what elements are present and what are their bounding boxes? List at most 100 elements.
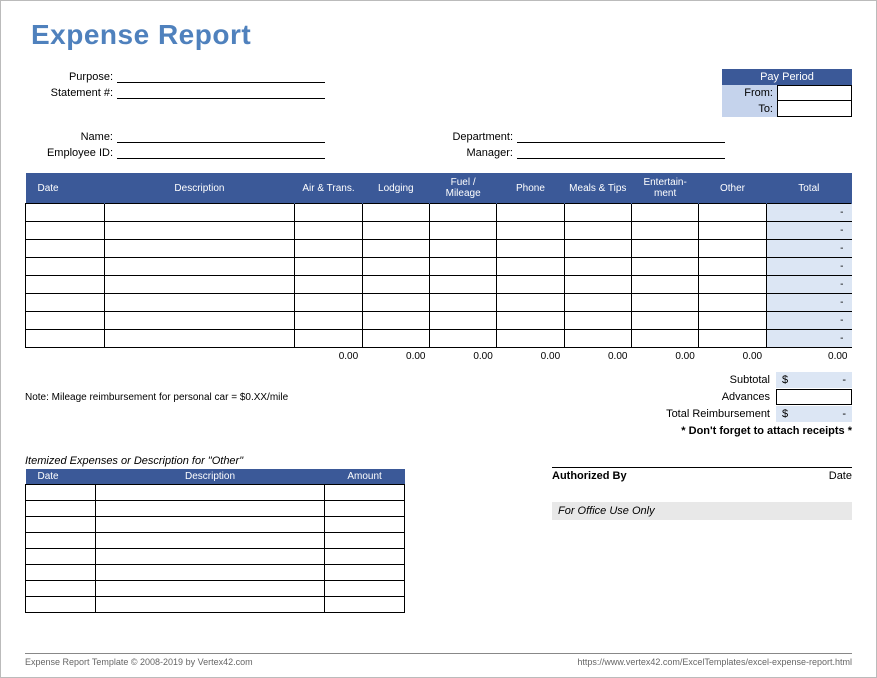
table-cell[interactable] [497,276,564,294]
table-cell[interactable] [26,294,105,312]
table-cell[interactable] [497,240,564,258]
table-cell[interactable] [26,222,105,240]
table-cell[interactable] [631,204,698,222]
table-cell[interactable] [699,294,766,312]
table-cell[interactable] [95,500,324,516]
table-cell[interactable] [95,596,324,612]
table-cell[interactable] [104,222,295,240]
table-cell[interactable] [26,258,105,276]
table-cell[interactable] [325,548,405,564]
table-cell[interactable] [295,330,362,348]
table-cell[interactable] [362,312,429,330]
table-cell[interactable] [699,330,766,348]
table-cell[interactable] [295,258,362,276]
table-cell[interactable] [26,596,96,612]
table-cell[interactable] [26,500,96,516]
statement-input-line[interactable] [117,85,325,99]
table-cell[interactable] [429,312,496,330]
table-cell[interactable] [95,484,324,500]
table-cell[interactable] [362,240,429,258]
table-cell[interactable] [104,294,295,312]
table-cell[interactable] [429,204,496,222]
table-cell[interactable] [429,330,496,348]
table-cell[interactable] [497,222,564,240]
table-cell[interactable] [497,258,564,276]
table-cell[interactable] [104,258,295,276]
table-cell[interactable] [325,564,405,580]
table-cell[interactable] [295,294,362,312]
table-cell[interactable] [362,258,429,276]
table-cell[interactable] [497,204,564,222]
table-cell[interactable] [95,564,324,580]
advances-input[interactable] [776,389,852,405]
table-cell[interactable] [564,312,631,330]
table-cell[interactable] [362,294,429,312]
pay-period-from-input[interactable] [777,85,852,101]
table-cell[interactable] [26,484,96,500]
table-cell[interactable] [699,204,766,222]
table-cell[interactable] [429,276,496,294]
table-cell[interactable] [295,276,362,294]
table-cell[interactable] [699,258,766,276]
table-cell[interactable] [325,516,405,532]
table-cell[interactable] [564,222,631,240]
table-cell[interactable] [295,312,362,330]
table-cell[interactable] [26,240,105,258]
table-cell[interactable] [26,516,96,532]
table-cell[interactable] [104,276,295,294]
table-cell[interactable] [631,240,698,258]
table-cell[interactable] [26,548,96,564]
table-cell[interactable] [564,204,631,222]
table-cell[interactable] [497,312,564,330]
table-cell[interactable] [26,204,105,222]
table-cell[interactable] [497,330,564,348]
table-cell[interactable] [325,484,405,500]
table-cell[interactable] [26,564,96,580]
table-cell[interactable] [429,222,496,240]
table-cell[interactable] [325,596,405,612]
table-cell[interactable] [699,222,766,240]
table-cell[interactable] [104,330,295,348]
table-cell[interactable] [325,580,405,596]
table-cell[interactable] [497,294,564,312]
table-cell[interactable] [564,276,631,294]
table-cell[interactable] [26,312,105,330]
table-cell[interactable] [95,516,324,532]
table-cell[interactable] [26,276,105,294]
name-input-line[interactable] [117,129,325,143]
table-cell[interactable] [325,532,405,548]
purpose-input-line[interactable] [117,69,325,83]
table-cell[interactable] [564,258,631,276]
table-cell[interactable] [362,330,429,348]
table-cell[interactable] [631,312,698,330]
table-cell[interactable] [429,258,496,276]
table-cell[interactable] [631,330,698,348]
table-cell[interactable] [104,204,295,222]
table-cell[interactable] [429,294,496,312]
table-cell[interactable] [95,548,324,564]
table-cell[interactable] [26,580,96,596]
table-cell[interactable] [631,276,698,294]
table-cell[interactable] [564,240,631,258]
employee-id-input-line[interactable] [117,145,325,159]
table-cell[interactable] [295,204,362,222]
table-cell[interactable] [564,330,631,348]
table-cell[interactable] [362,204,429,222]
table-cell[interactable] [95,580,324,596]
table-cell[interactable] [699,240,766,258]
department-input-line[interactable] [517,129,725,143]
table-cell[interactable] [631,222,698,240]
table-cell[interactable] [362,222,429,240]
manager-input-line[interactable] [517,145,725,159]
table-cell[interactable] [429,240,496,258]
table-cell[interactable] [699,312,766,330]
table-cell[interactable] [295,240,362,258]
table-cell[interactable] [631,294,698,312]
table-cell[interactable] [26,330,105,348]
pay-period-to-input[interactable] [777,101,852,117]
table-cell[interactable] [104,240,295,258]
table-cell[interactable] [104,312,295,330]
table-cell[interactable] [26,532,96,548]
table-cell[interactable] [362,276,429,294]
table-cell[interactable] [699,276,766,294]
